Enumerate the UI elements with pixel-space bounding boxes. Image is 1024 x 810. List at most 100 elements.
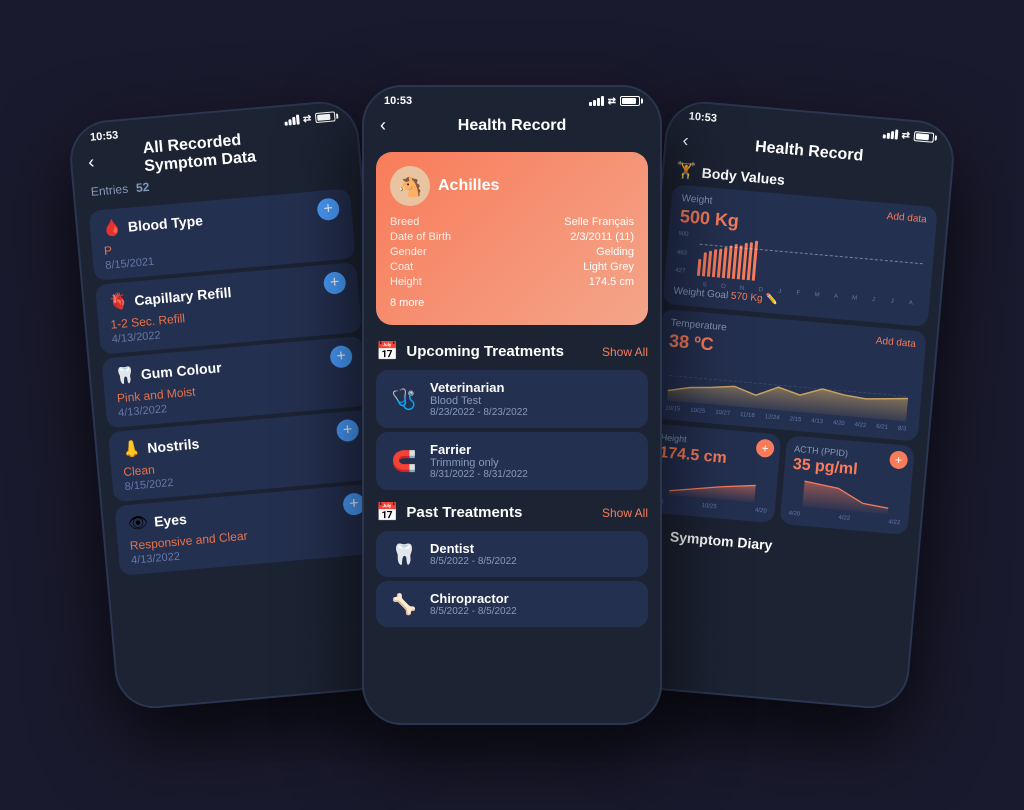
temp-x6: 2/15 (789, 416, 801, 423)
gender-value: Gelding (596, 246, 634, 258)
center-battery-icon (620, 96, 640, 106)
right-back-button[interactable]: ‹ (682, 130, 690, 151)
dob-label: Date of Birth (390, 231, 451, 243)
farrier-sub: Trimming only (430, 457, 528, 469)
temperature-card: Temperature Add data 38 ºC (652, 309, 927, 442)
height-add-button[interactable]: + (755, 439, 775, 459)
right-phone: 10:53 ⇄ ‹ Health Record 🏋 (617, 98, 957, 711)
horse-profile-card[interactable]: 🐴 Achilles Breed Selle Français Date of … (376, 152, 648, 325)
horse-avatar: 🐴 (390, 166, 430, 206)
upcoming-show-all[interactable]: Show All (602, 345, 648, 359)
coat-value: Light Grey (583, 261, 634, 273)
temp-x5: 12/24 (764, 414, 779, 421)
dentist-name: Dentist (430, 541, 517, 556)
past-calendar-icon: 📅 (376, 502, 398, 523)
chiro-name: Chiropractor (430, 591, 517, 606)
horse-name: Achilles (438, 177, 499, 195)
temp-x2: 10/25 (690, 408, 705, 415)
dentist-icon: 🦷 (388, 542, 420, 567)
y-label-500: 500 (678, 231, 689, 238)
upcoming-treatments-header: 📅 Upcoming Treatments Show All (364, 333, 660, 366)
dentist-dates: 8/5/2022 - 8/5/2022 (430, 556, 517, 567)
center-status-icons: ⇄ (589, 96, 640, 107)
temp-x11: 8/3 (898, 426, 907, 433)
right-content: 🏋️ Body Values Weight Add data 500 Kg (619, 157, 950, 706)
temp-x7: 4/13 (811, 418, 823, 425)
body-values-icon: 🏋️ (675, 160, 697, 182)
eyes-title: Eyes (153, 511, 187, 530)
height-value: 174.5 cm (589, 276, 634, 288)
entries-count: 52 (135, 180, 150, 195)
center-content: 🐴 Achilles Breed Selle Français Date of … (364, 144, 660, 720)
center-signal-icon (589, 96, 604, 106)
small-cards-row: + Height 174.5 cm 9 (646, 423, 915, 534)
nostrils-add-button[interactable]: + (336, 419, 360, 443)
treatment-veterinarian[interactable]: 🩺 Veterinarian Blood Test 8/23/2022 - 8/… (376, 370, 648, 428)
left-content: 🩸 Blood Type + P 8/15/2021 🫀 Capillary R… (76, 183, 407, 711)
temp-x10: 6/21 (876, 424, 888, 431)
center-time: 10:53 (384, 95, 412, 107)
center-nav-bar: ‹ Health Record (364, 111, 660, 144)
temp-x9: 4/22 (854, 422, 866, 429)
weight-card: Weight Add data 500 Kg (662, 184, 937, 327)
right-time: 10:53 (688, 110, 717, 124)
right-wifi-icon: ⇄ (901, 129, 910, 141)
weight-add-data[interactable]: Add data (886, 211, 927, 225)
capillary-title: Capillary Refill (134, 284, 232, 308)
upcoming-calendar-icon: 📅 (376, 341, 398, 362)
center-wifi-icon: ⇄ (608, 96, 616, 107)
left-phone: 10:53 ⇄ ‹ All Recorded Symptom Data E (67, 98, 407, 711)
blood-type-icon: 🩸 (101, 217, 123, 239)
eyes-icon: 👁 (127, 512, 149, 534)
temp-x8: 4/20 (833, 420, 845, 427)
breed-label: Breed (390, 216, 419, 228)
coat-label: Coat (390, 261, 413, 273)
right-signal-icon (882, 128, 898, 139)
past-show-all[interactable]: Show All (602, 506, 648, 520)
y-label-463: 463 (677, 249, 688, 256)
chiro-dates: 8/5/2022 - 8/5/2022 (430, 606, 517, 617)
weight-label: Weight (681, 193, 713, 207)
farrier-name: Farrier (430, 442, 528, 457)
gum-colour-icon: 🦷 (114, 365, 136, 387)
battery-icon (315, 111, 336, 123)
treatment-farrier[interactable]: 🧲 Farrier Trimming only 8/31/2022 - 8/31… (376, 432, 648, 490)
treatment-chiropractor[interactable]: 🦴 Chiropractor 8/5/2022 - 8/5/2022 (376, 581, 648, 627)
vet-dates: 8/23/2022 - 8/23/2022 (430, 407, 528, 418)
acth-x1: 4/20 (788, 511, 800, 518)
center-phone: 10:53 ⇄ ‹ Health Record (362, 85, 662, 725)
capillary-icon: 🫀 (108, 291, 130, 313)
center-nav-title: Health Record (458, 117, 566, 135)
right-battery-icon (913, 131, 934, 143)
wifi-icon: ⇄ (302, 113, 311, 125)
height-small-card: + Height 174.5 cm 9 (646, 423, 781, 523)
acth-x3: 4/22 (888, 519, 900, 526)
temp-x3: 10/27 (715, 410, 730, 417)
gum-colour-add-button[interactable]: + (329, 345, 353, 369)
farrier-dates: 8/31/2022 - 8/31/2022 (430, 469, 528, 480)
past-treatments-header: 📅 Past Treatments Show All (364, 494, 660, 527)
entries-label: Entries (90, 182, 128, 199)
more-link[interactable]: 8 more (390, 297, 424, 309)
upcoming-title: Upcoming Treatments (406, 343, 564, 360)
center-back-button[interactable]: ‹ (380, 115, 386, 136)
blood-type-title: Blood Type (127, 212, 203, 234)
temp-x1: 10/15 (665, 405, 680, 412)
left-back-button[interactable]: ‹ (87, 152, 95, 173)
height-label: Height (390, 276, 422, 288)
chiro-icon: 🦴 (388, 592, 420, 617)
temp-x4: 11/18 (740, 412, 755, 419)
center-phone-notch (457, 87, 567, 111)
vet-name: Veterinarian (430, 380, 528, 395)
signal-icon (284, 115, 300, 126)
nostrils-title: Nostrils (147, 435, 200, 455)
acth-add-button[interactable]: + (889, 450, 909, 470)
gum-colour-title: Gum Colour (140, 359, 222, 382)
body-values-title: Body Values (701, 165, 785, 188)
capillary-add-button[interactable]: + (323, 271, 347, 295)
height-x2: 10/25 (701, 503, 716, 510)
blood-type-add-button[interactable]: + (316, 197, 340, 221)
treatment-dentist[interactable]: 🦷 Dentist 8/5/2022 - 8/5/2022 (376, 531, 648, 577)
nostrils-icon: 👃 (121, 439, 143, 461)
temp-add-data[interactable]: Add data (875, 336, 916, 350)
